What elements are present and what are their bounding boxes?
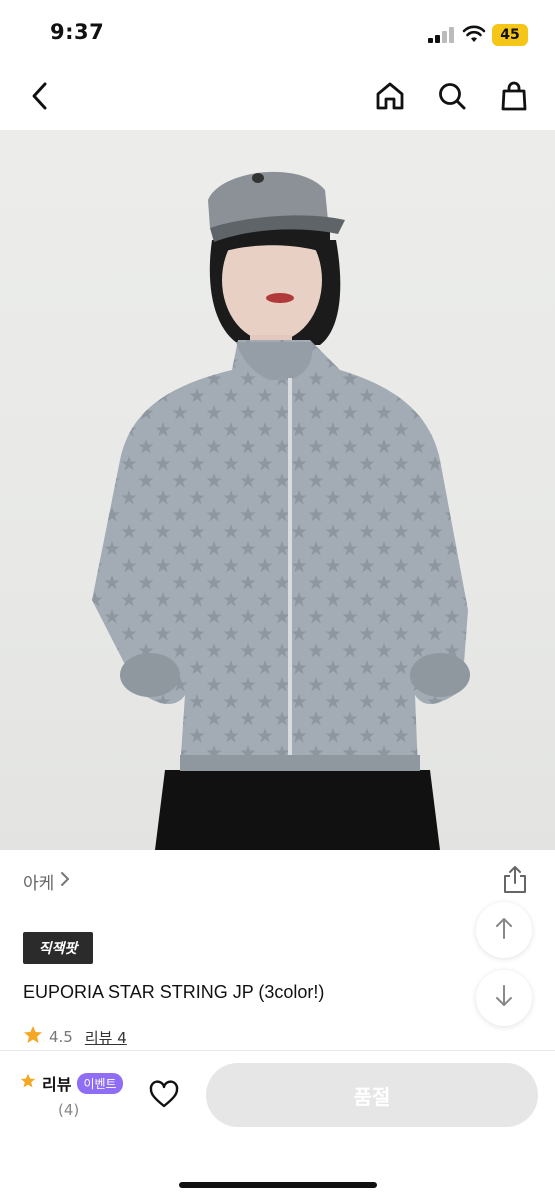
product-title: EUPORIA STAR STRING JP (3color!) bbox=[23, 982, 325, 1002]
status-bar: 9:37 45 bbox=[0, 0, 555, 66]
rating-value: 4.5 bbox=[49, 1028, 73, 1046]
brand-name: 아케 bbox=[23, 873, 55, 894]
brand-link[interactable]: 아케 bbox=[23, 866, 70, 896]
search-icon[interactable] bbox=[434, 78, 470, 114]
product-image[interactable] bbox=[0, 130, 555, 850]
back-arrow-icon[interactable] bbox=[22, 78, 58, 114]
bottom-bar: 리뷰 이벤트 (4) 품절 bbox=[0, 1050, 555, 1200]
review-count: (4) bbox=[58, 1101, 80, 1119]
home-indicator bbox=[179, 1182, 377, 1188]
chevron-right-icon bbox=[60, 871, 70, 892]
signal-icon bbox=[428, 27, 456, 43]
rating-row: 4.5 리뷰 4 bbox=[23, 1025, 127, 1049]
review-label: 리뷰 bbox=[42, 1075, 72, 1094]
star-icon bbox=[23, 1025, 43, 1049]
arrow-up-icon bbox=[493, 916, 515, 944]
scroll-up-button[interactable] bbox=[476, 902, 532, 958]
soldout-button[interactable]: 품절 bbox=[206, 1063, 538, 1127]
shopping-bag-icon[interactable] bbox=[496, 78, 532, 114]
review-summary[interactable]: 리뷰 이벤트 bbox=[20, 1071, 123, 1095]
heart-icon[interactable] bbox=[148, 1079, 180, 1111]
scroll-down-button[interactable] bbox=[476, 970, 532, 1026]
event-badge: 이벤트 bbox=[77, 1072, 123, 1094]
battery-icon: 45 bbox=[492, 24, 528, 46]
home-icon[interactable] bbox=[372, 78, 408, 114]
jackpot-badge: 직잭팟 bbox=[23, 932, 93, 964]
star-icon bbox=[20, 1073, 36, 1093]
arrow-down-icon bbox=[493, 984, 515, 1012]
nav-bar bbox=[0, 66, 555, 130]
wifi-icon bbox=[462, 24, 486, 44]
review-link[interactable]: 리뷰 4 bbox=[85, 1027, 127, 1048]
status-time: 9:37 bbox=[50, 20, 105, 44]
share-icon[interactable] bbox=[499, 864, 531, 896]
